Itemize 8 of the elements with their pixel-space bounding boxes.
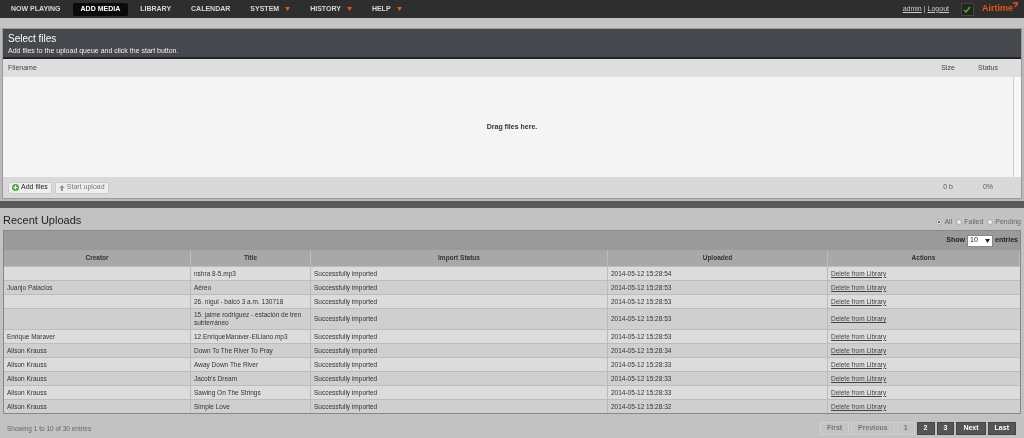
up-arrow-icon <box>58 184 65 191</box>
panel-title: Select files <box>8 32 58 46</box>
plus-icon <box>12 184 19 191</box>
scrollbar[interactable] <box>1013 77 1021 177</box>
swoosh-icon <box>1013 2 1018 8</box>
section-title: Recent Uploads <box>3 212 82 228</box>
caret-icon <box>985 238 991 243</box>
brand-logo: Airtime <box>982 2 1018 16</box>
